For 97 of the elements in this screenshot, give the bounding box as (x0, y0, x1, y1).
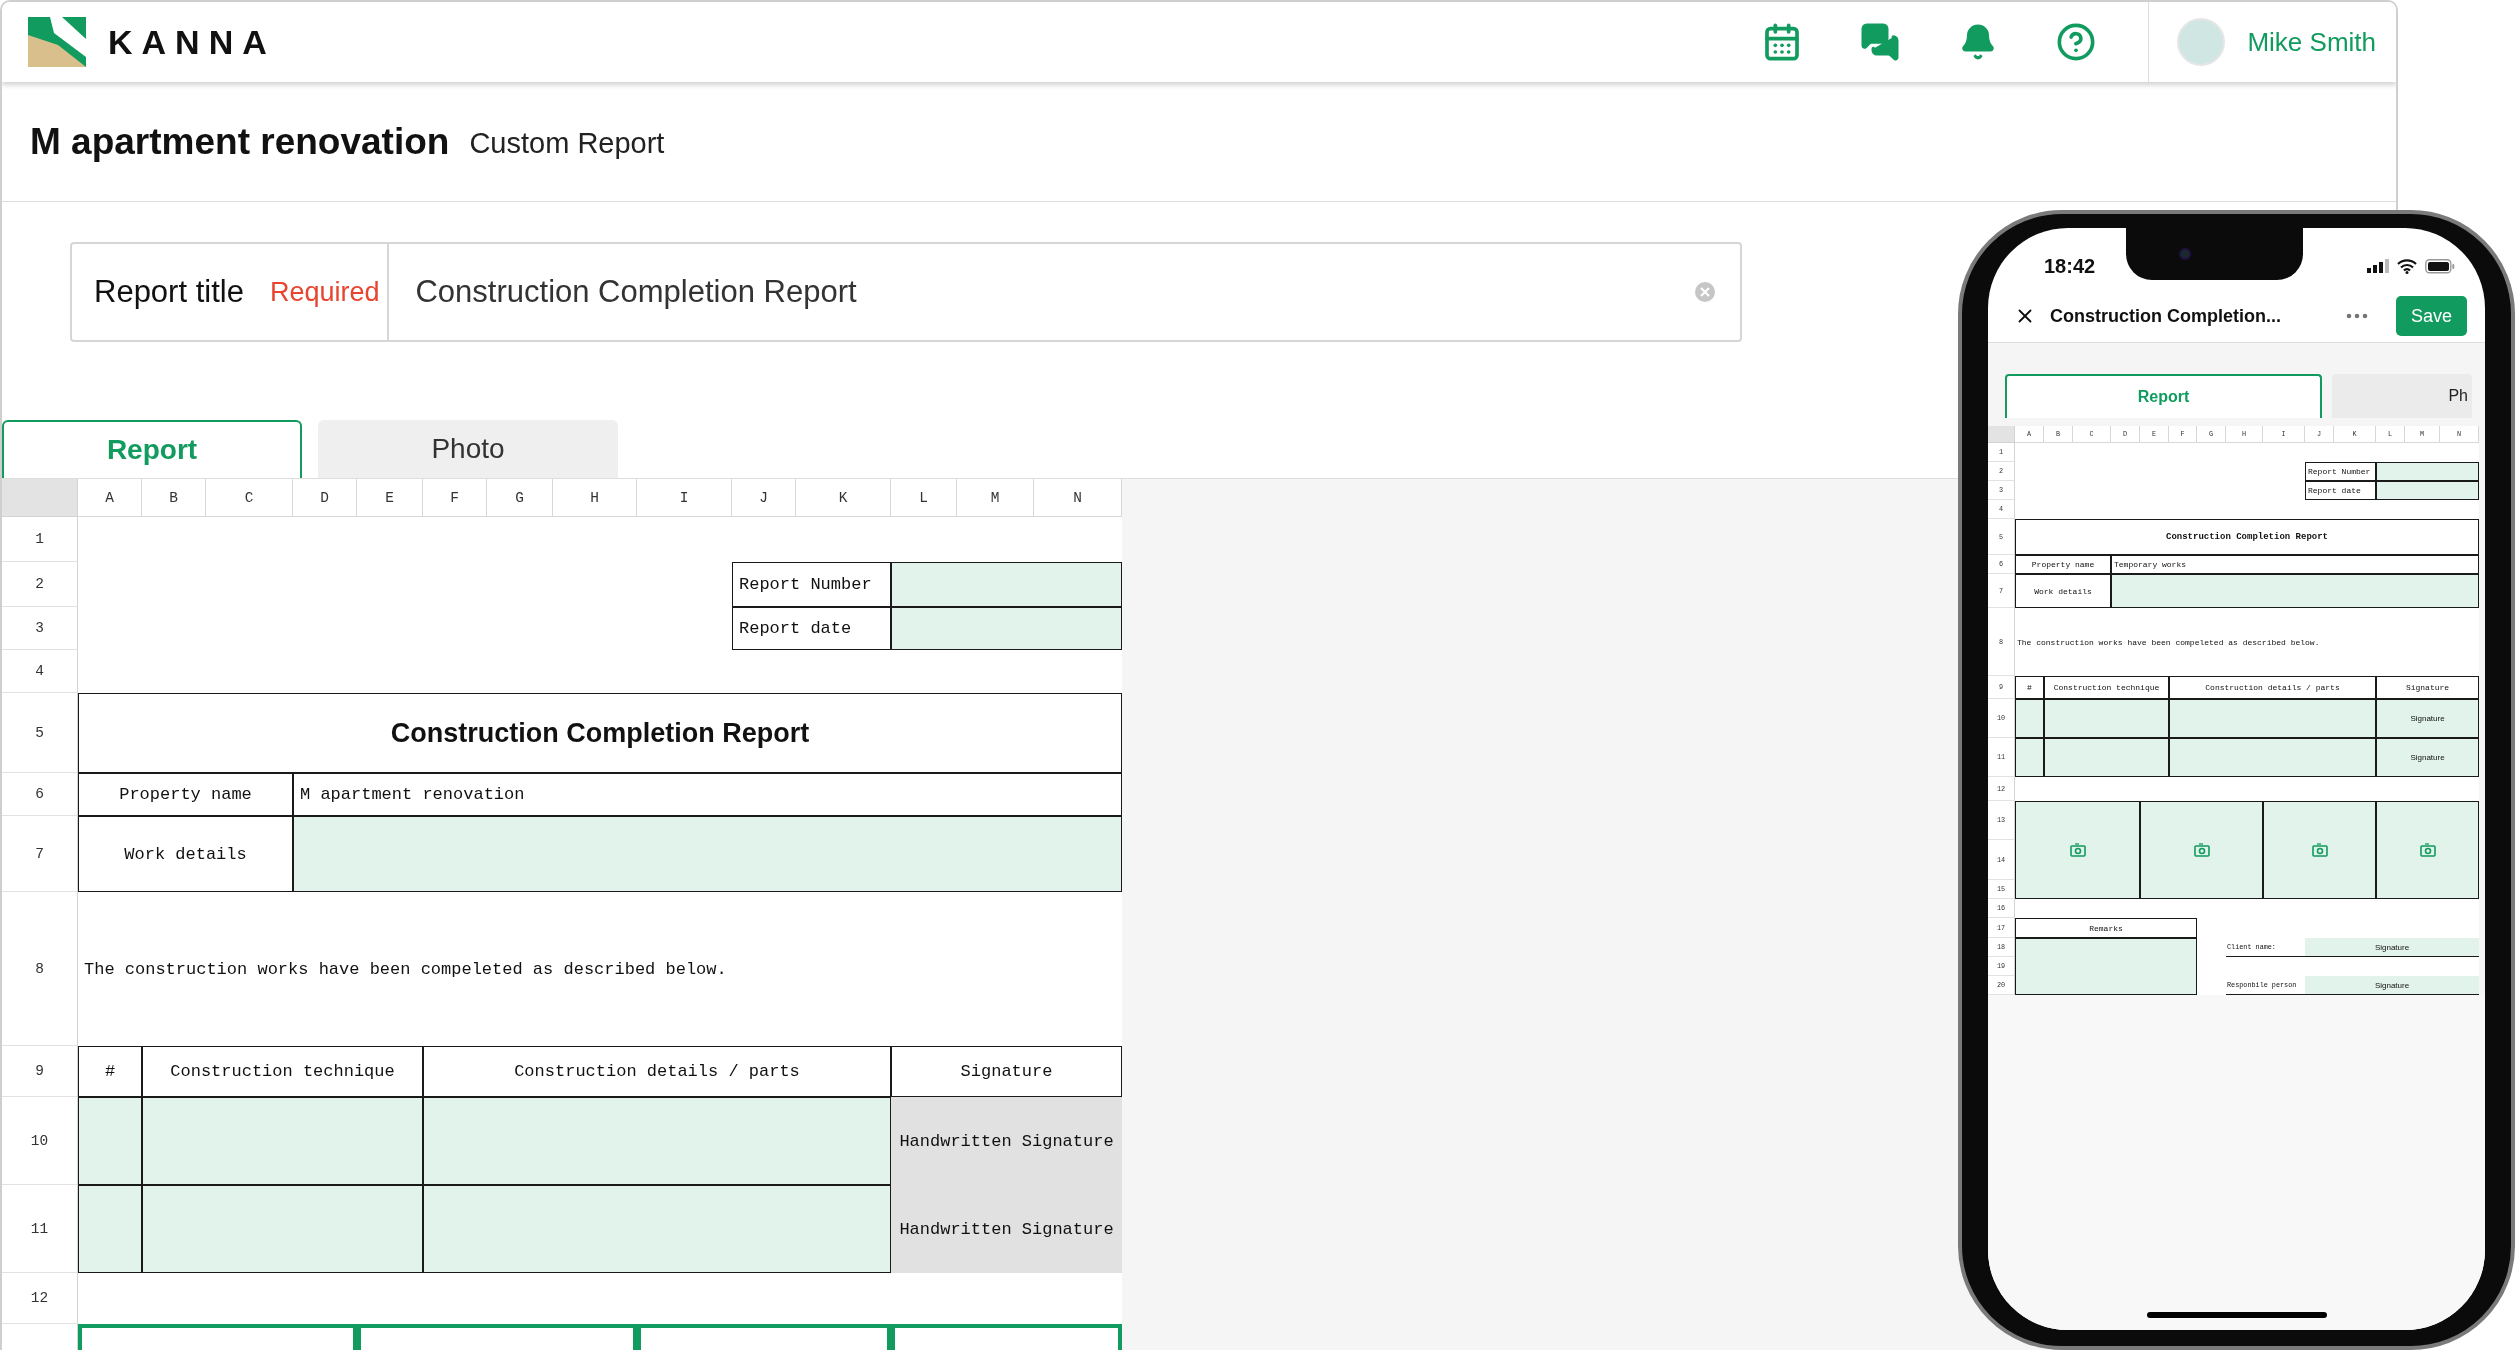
column-letter: D (293, 479, 357, 517)
input-cell[interactable] (78, 1185, 142, 1273)
cell-label: Work details (78, 816, 293, 892)
tab[interactable]: Report (2005, 374, 2322, 418)
input-cell[interactable] (2111, 574, 2479, 608)
photo-slot[interactable] (2263, 801, 2376, 899)
table-header-cell: Signature (891, 1046, 1122, 1097)
camera-icon (2419, 843, 2436, 857)
front-camera-icon (2178, 248, 2191, 260)
row-number: 3 (2, 607, 78, 650)
cell-label: Report date (2305, 481, 2376, 500)
input-cell[interactable] (78, 1097, 142, 1185)
screen-title: Construction Completion... (2050, 305, 2282, 327)
input-cell[interactable] (2169, 699, 2376, 738)
input-cell[interactable] (2169, 738, 2376, 777)
logo-icon (28, 17, 86, 67)
row-number: 2 (2, 562, 78, 607)
cell-value: M apartment renovation (293, 773, 1122, 816)
photo-slot[interactable] (2015, 801, 2140, 899)
page-title: M apartment renovation (30, 120, 450, 163)
sheet-title: Construction Completion Report (78, 693, 1122, 773)
table-header-cell: # (78, 1046, 142, 1097)
column-letter: B (142, 479, 206, 517)
cell-value: Temporary works (2111, 555, 2479, 574)
signature-field[interactable]: Signature (2376, 699, 2479, 738)
column-letter: F (423, 479, 487, 517)
row-number: 1 (2, 517, 78, 562)
cell-label: Report date (732, 607, 891, 650)
row-number: 12 (2, 1273, 78, 1324)
sheet-text: The construction works have been compeleted as described below. (2016, 636, 2321, 649)
table-header-cell: Construction details / parts (2169, 676, 2376, 699)
table-header-cell: Signature (2376, 676, 2479, 699)
signature-field[interactable]: Handwritten Signature (891, 1185, 1122, 1273)
battery-icon (2425, 258, 2455, 274)
row-number: 8 (2, 892, 78, 1046)
input-cell[interactable] (423, 1097, 891, 1185)
sheet-title: Construction Completion Report (2015, 519, 2479, 555)
input-cell[interactable] (423, 1185, 891, 1273)
table-header-cell: Construction technique (2044, 676, 2169, 699)
input-cell[interactable] (2044, 699, 2169, 738)
column-letter: I (637, 479, 732, 517)
column-letter: H (553, 479, 637, 517)
column-letter: N (1034, 479, 1122, 517)
report-title-field[interactable]: Report title Required Construction Completion Report (70, 242, 1742, 342)
tab[interactable]: Photo (318, 420, 618, 478)
save-button[interactable]: Save (2396, 296, 2467, 336)
column-letter: A (78, 479, 142, 517)
tab[interactable]: Ph (2332, 374, 2472, 418)
cell-label: Report Number (2305, 462, 2376, 481)
column-letter: K (796, 479, 891, 517)
wifi-icon (2397, 258, 2417, 274)
column-letter: M (957, 479, 1034, 517)
input-cell[interactable] (142, 1185, 423, 1273)
input-cell[interactable] (2044, 738, 2169, 777)
user-name[interactable]: Mike Smith (2247, 26, 2376, 58)
required-label: Required (269, 276, 380, 308)
input-cell[interactable] (2015, 938, 2197, 995)
input-cell[interactable] (2376, 481, 2479, 500)
cell-label: Property name (2015, 555, 2111, 574)
tab[interactable]: Report (2, 420, 302, 478)
camera-icon (2193, 843, 2210, 857)
status-time: 18:42 (2044, 254, 2097, 278)
table-header-cell: Remarks (2015, 918, 2197, 938)
column-letter: L (891, 479, 957, 517)
input-cell[interactable] (2376, 462, 2479, 481)
row-number: 4 (2, 650, 78, 693)
cell-label: Report Number (732, 562, 891, 607)
input-cell[interactable] (891, 607, 1122, 650)
input-cell[interactable] (142, 1097, 423, 1185)
cell-label: Work details (2015, 574, 2111, 608)
logo-text: KANNA (108, 22, 276, 62)
cell-label: Property name (78, 773, 293, 816)
input-cell[interactable] (2015, 738, 2044, 777)
table-header-cell: # (2015, 676, 2044, 699)
field-value: Construction Completion Report (415, 274, 858, 310)
more-icon[interactable] (2346, 313, 2368, 319)
signature-field[interactable]: Signature (2305, 976, 2479, 995)
camera-icon (2311, 843, 2328, 857)
photo-slot[interactable] (2140, 801, 2263, 899)
signal-icon (2367, 259, 2389, 273)
input-cell[interactable] (2015, 699, 2044, 738)
photo-slot[interactable] (2376, 801, 2479, 899)
column-letter: C (206, 479, 293, 517)
table-header-cell: Construction details / parts (423, 1046, 891, 1097)
column-letter: E (357, 479, 423, 517)
input-cell[interactable] (891, 562, 1122, 607)
signature-field[interactable]: Signature (2376, 738, 2479, 777)
field-label: Report title (94, 274, 244, 310)
signature-field[interactable]: Handwritten Signature (891, 1097, 1122, 1185)
column-letter: G (487, 479, 553, 517)
camera-icon (2069, 843, 2086, 857)
input-cell[interactable] (293, 816, 1122, 892)
table-header-cell: Construction technique (142, 1046, 423, 1097)
signature-field[interactable]: Signature (2305, 938, 2479, 957)
column-letter: J (732, 479, 796, 517)
page-subtitle: Custom Report (469, 127, 665, 160)
sheet-text: The construction works have been compeleted as described below. (83, 958, 728, 981)
